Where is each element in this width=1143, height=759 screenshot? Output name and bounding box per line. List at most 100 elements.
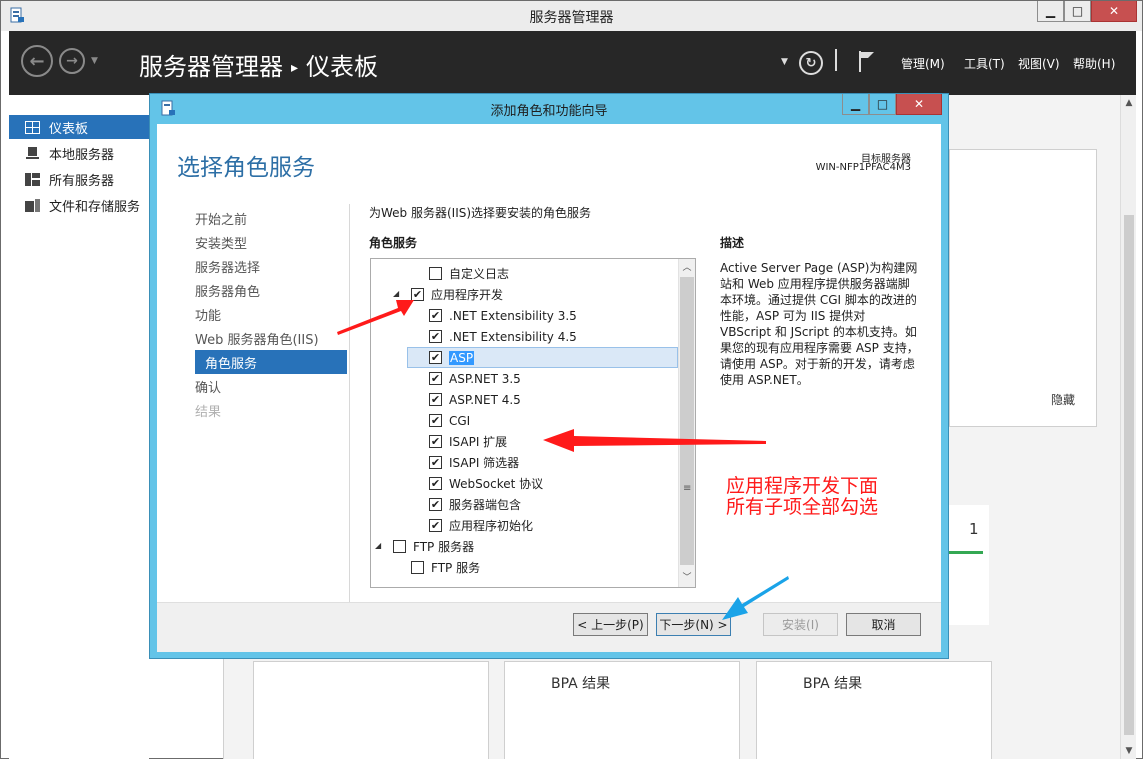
tree-item-isapi-filters[interactable]: ✔ ISAPI 筛选器	[429, 452, 519, 473]
wizard-window-controls: ▁ □ ✕	[842, 94, 942, 115]
storage-icon	[25, 198, 40, 212]
refresh-icon[interactable]: ↻	[799, 51, 823, 75]
checkbox-checked[interactable]: ✔	[429, 372, 442, 385]
role-services-heading: 角色服务	[369, 236, 418, 250]
close-button[interactable]: ✕	[1091, 1, 1137, 22]
maximize-button[interactable]: □	[1064, 1, 1091, 22]
header-divider	[835, 49, 837, 71]
step-confirmation[interactable]: 确认	[187, 374, 221, 398]
sidebar-item-label: 本地服务器	[49, 147, 115, 163]
wizard-titlebar: 添加角色和功能向导 ▁ □ ✕	[150, 94, 948, 121]
status-bar-green	[945, 551, 983, 554]
scroll-down-icon[interactable]: ﹀	[679, 570, 695, 586]
tree-item-aspnet-35[interactable]: ✔ ASP.NET 3.5	[429, 368, 521, 389]
menu-tools[interactable]: 工具(T)	[964, 55, 1005, 72]
tree-item-asp[interactable]: ✔ ASP	[407, 347, 678, 368]
tree-item-aspnet-45[interactable]: ✔ ASP.NET 4.5	[429, 389, 521, 410]
checkbox-checked[interactable]: ✔	[429, 477, 442, 490]
checkbox-checked[interactable]: ✔	[429, 435, 442, 448]
checkbox-checked[interactable]: ✔	[429, 519, 442, 532]
step-features[interactable]: 功能	[187, 302, 221, 326]
tree-item-net-ext-35[interactable]: ✔ .NET Extensibility 3.5	[429, 305, 577, 326]
description-text: Active Server Page (ASP)为构建网站和 Web 应用程序提…	[720, 261, 919, 387]
cancel-button[interactable]: 取消	[846, 613, 921, 636]
back-arrow-icon[interactable]: ←	[21, 45, 53, 77]
menu-manage[interactable]: 管理(M)	[901, 55, 945, 72]
step-server-selection[interactable]: 服务器选择	[187, 254, 260, 278]
collapse-triangle-icon[interactable]: ◢	[375, 541, 381, 550]
checkbox-checked[interactable]: ✔	[429, 393, 442, 406]
sidebar-item-file-storage[interactable]: 文件和存储服务	[9, 193, 149, 217]
tree-item-net-ext-45[interactable]: ✔ .NET Extensibility 4.5	[429, 326, 577, 347]
wizard-maximize-button[interactable]: □	[869, 94, 896, 115]
step-before-you-begin[interactable]: 开始之前	[187, 206, 247, 230]
sidebar-item-label: 所有服务器	[49, 173, 115, 189]
dropdown-icon[interactable]: ▼	[781, 57, 788, 67]
window-title: 服务器管理器	[529, 10, 614, 26]
checkbox-checked[interactable]: ✔	[411, 288, 424, 301]
previous-button[interactable]: < 上一步(P)	[573, 613, 648, 636]
step-web-server-role[interactable]: Web 服务器角色(IIS)	[187, 326, 319, 350]
tree-scrollbar-thumb[interactable]	[680, 277, 694, 565]
tree-item-custom-logging[interactable]: 自定义日志	[429, 263, 509, 284]
tree-item-ftp-service[interactable]: FTP 服务	[411, 557, 480, 578]
scroll-down-icon[interactable]: ▼	[1121, 743, 1137, 759]
minimize-button[interactable]: ▁	[1037, 1, 1064, 22]
checkbox-checked[interactable]: ✔	[429, 498, 442, 511]
next-button[interactable]: 下一步(N) >	[656, 613, 731, 636]
notifications-flag-icon[interactable]	[857, 49, 875, 73]
sidebar-item-local-server[interactable]: 本地服务器	[9, 141, 149, 165]
wizard-close-button[interactable]: ✕	[896, 94, 942, 115]
checkbox-checked[interactable]: ✔	[429, 456, 442, 469]
tree-item-app-development[interactable]: ◢ ✔ 应用程序开发	[393, 284, 503, 305]
tree-item-app-init[interactable]: ✔ 应用程序初始化	[429, 515, 533, 536]
tile-count: 1	[969, 520, 979, 538]
sidebar-item-dashboard[interactable]: 仪表板	[9, 115, 149, 139]
tree-item-websocket[interactable]: ✔ WebSocket 协议	[429, 473, 543, 494]
scrollbar-thumb[interactable]	[1124, 215, 1134, 735]
checkbox-checked[interactable]: ✔	[429, 414, 442, 427]
scroll-up-icon[interactable]: ▲	[1121, 95, 1137, 111]
checkbox[interactable]	[411, 561, 424, 574]
step-role-services[interactable]: 角色服务	[195, 350, 347, 374]
wizard-footer: < 上一步(P) 下一步(N) > 安装(I) 取消	[157, 602, 941, 652]
forward-arrow-icon[interactable]: →	[59, 48, 85, 74]
app-name: 服务器管理器	[139, 53, 283, 81]
header-bar: ← → ▼ 服务器管理器 ▸ 仪表板 ▼ ↻ 管理(M) 工具(T) 视图(V) 帮…	[9, 31, 1136, 95]
tree-item-ftp-server[interactable]: ◢ FTP 服务器	[375, 536, 474, 557]
checkbox-checked[interactable]: ✔	[429, 351, 442, 364]
checkbox[interactable]	[393, 540, 406, 553]
bpa-tile	[253, 661, 489, 759]
bpa-tile	[756, 661, 992, 759]
sidebar: 仪表板 本地服务器 所有服务器 文件和存储服务	[9, 95, 149, 759]
tree-item-ssi[interactable]: ✔ 服务器端包含	[429, 494, 521, 515]
step-installation-type[interactable]: 安装类型	[187, 230, 247, 254]
scroll-up-icon[interactable]: ︿	[679, 260, 695, 276]
checkbox-checked[interactable]: ✔	[429, 309, 442, 322]
steps-divider	[349, 204, 350, 608]
tree-item-isapi-ext[interactable]: ✔ ISAPI 扩展	[429, 431, 507, 452]
history-dropdown-icon[interactable]: ▼	[91, 56, 98, 66]
sidebar-item-all-servers[interactable]: 所有服务器	[9, 167, 149, 191]
collapse-triangle-icon[interactable]: ◢	[393, 289, 399, 298]
bpa-results-label[interactable]: BPA 结果	[551, 673, 610, 693]
checkbox-checked[interactable]: ✔	[429, 330, 442, 343]
menu-view[interactable]: 视图(V)	[1018, 55, 1060, 72]
tree-item-cgi[interactable]: ✔ CGI	[429, 410, 470, 431]
server-icon	[26, 146, 39, 159]
wizard-body: 选择角色服务 目标服务器 WIN-NFP1PFAC4M3 开始之前 安装类型 服…	[157, 124, 941, 652]
bpa-tile	[504, 661, 740, 759]
servers-icon	[25, 172, 40, 186]
breadcrumb-separator: ▸	[291, 60, 299, 76]
sidebar-item-label: 仪表板	[49, 121, 89, 137]
wizard-title: 添加角色和功能向导	[490, 104, 608, 119]
content-scrollbar[interactable]: ▲ ▼	[1120, 95, 1136, 759]
add-roles-wizard-dialog: 添加角色和功能向导 ▁ □ ✕ 选择角色服务 目标服务器 WIN-NFP1PFA…	[149, 93, 949, 659]
checkbox[interactable]	[429, 267, 442, 280]
step-server-roles[interactable]: 服务器角色	[187, 278, 260, 302]
bpa-results-label[interactable]: BPA 结果	[803, 673, 862, 693]
tree-scrollbar[interactable]: ︿ ≡ ﹀	[678, 259, 695, 587]
wizard-minimize-button[interactable]: ▁	[842, 94, 869, 115]
menu-help[interactable]: 帮助(H)	[1073, 55, 1115, 72]
hide-link[interactable]: 隐藏	[1051, 391, 1075, 408]
